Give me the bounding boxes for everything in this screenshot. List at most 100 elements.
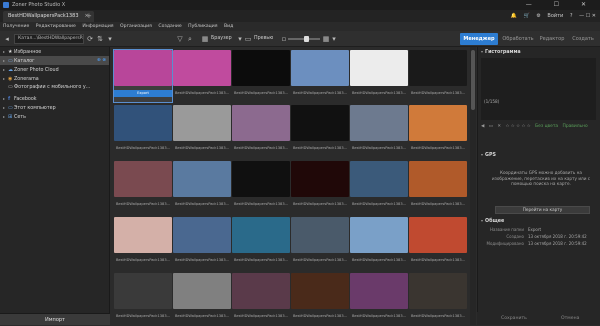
collapse-icon[interactable]: ▾ — [481, 218, 483, 223]
thumbnail-item[interactable]: BestHDWallpapersPack1383... — [114, 217, 172, 269]
cancel-button[interactable]: Отмена — [561, 312, 579, 325]
thumbnail-image[interactable] — [409, 50, 467, 86]
thumbnail-item[interactable]: BestHDWallpapersPack1383... — [409, 273, 467, 325]
thumbnail-image[interactable] — [409, 161, 467, 197]
thumbnail-item[interactable]: BestHDWallpapersPack1383... — [173, 161, 231, 213]
thumbnail-item[interactable]: Export — [113, 49, 173, 103]
thumbnail-item[interactable]: BestHDWallpapersPack1383... — [232, 217, 290, 269]
window-controls[interactable]: — ☐ ✕ — [526, 0, 596, 10]
nav-item-favorites[interactable]: ▸ ★ Избранное — [0, 47, 109, 56]
menu-item-create[interactable]: Создание — [158, 24, 181, 29]
label-icon[interactable]: ▭ — [489, 124, 493, 129]
search-icon[interactable]: ⌕ — [186, 35, 194, 43]
thumbnail-image[interactable] — [114, 273, 172, 309]
chevron-down-icon[interactable]: ▾ — [330, 35, 338, 43]
grid-icon[interactable]: ▦ — [322, 35, 330, 43]
thumbnail-image[interactable] — [232, 273, 290, 309]
slider-handle[interactable] — [304, 36, 309, 42]
mode-create[interactable]: Создать — [568, 33, 598, 45]
nav-item-cloud[interactable]: ▸ ☁Zoner Photo Cloud — [0, 65, 109, 74]
thumbnail-item[interactable]: BestHDWallpapersPack1383... — [409, 217, 467, 269]
thumbnail-item[interactable]: BestHDWallpapersPack1383... — [350, 50, 408, 102]
thumbnail-image[interactable] — [232, 50, 290, 86]
thumbnail-item[interactable]: BestHDWallpapersPack1383... — [350, 105, 408, 157]
thumbnail-image[interactable] — [350, 217, 408, 253]
thumbnail-image[interactable] — [114, 105, 172, 141]
gps-header[interactable]: ▾ GPS — [478, 150, 600, 159]
back-icon[interactable]: ◂ — [3, 35, 11, 43]
add-tab-button[interactable]: + — [86, 11, 92, 21]
refresh-icon[interactable]: ⟳ — [86, 35, 94, 43]
catalog-actions-icon[interactable]: ⊕ ⊗ — [97, 56, 106, 65]
thumbnail-image[interactable] — [350, 273, 408, 309]
nav-item-catalog[interactable]: ▸ ▭Каталог ⊕ ⊗ — [0, 56, 109, 65]
zoom-out-icon[interactable]: ▫ — [280, 35, 288, 43]
thumbnail-item[interactable]: BestHDWallpapersPack1383... — [350, 161, 408, 213]
login-button[interactable]: Войти — [547, 13, 563, 19]
thumbnail-image[interactable] — [291, 105, 349, 141]
thumbnail-item[interactable]: BestHDWallpapersPack1383... — [291, 50, 349, 102]
thumbnail-image[interactable] — [114, 217, 172, 253]
preview-button[interactable]: Превью — [254, 34, 273, 44]
menu-item-organize[interactable]: Организация — [120, 24, 152, 29]
grid-scrollbar-thumb[interactable] — [471, 50, 475, 110]
window-controls-2[interactable]: — ☐ ✕ — [579, 13, 596, 19]
chevron-down-icon[interactable]: ▾ — [236, 35, 244, 43]
general-header[interactable]: ▾ Общее — [478, 216, 600, 225]
prev-icon[interactable]: ◀ — [481, 124, 484, 129]
thumbnail-item[interactable]: BestHDWallpapersPack1383... — [350, 217, 408, 269]
thumbnail-image[interactable] — [114, 161, 172, 197]
thumbnail-image[interactable] — [409, 273, 467, 309]
mode-develop[interactable]: Обработать — [500, 33, 536, 45]
thumbnail-image[interactable] — [173, 273, 231, 309]
thumbnail-item[interactable]: BestHDWallpapersPack1383... — [173, 105, 231, 157]
cart-icon[interactable]: 🛒 — [523, 13, 529, 19]
star-rating[interactable]: ☆ ☆ ☆ ☆ ☆ — [505, 124, 530, 129]
filter-icon[interactable]: ▽ — [176, 35, 184, 43]
thumbnail-item[interactable]: BestHDWallpapersPack1383... — [173, 50, 231, 102]
nav-item-network[interactable]: ▸ ⊞ Сеть — [0, 112, 109, 121]
nav-item-facebook[interactable]: ▸ f Facebook — [0, 94, 109, 103]
mode-editor[interactable]: Редактор — [537, 33, 567, 45]
thumbnail-image[interactable] — [173, 217, 231, 253]
chevron-down-icon[interactable]: ▾ — [106, 35, 114, 43]
thumbnail-image[interactable] — [350, 161, 408, 197]
thumbnail-image[interactable] — [232, 161, 290, 197]
thumbnail-image[interactable] — [291, 50, 349, 86]
thumbnail-item[interactable]: BestHDWallpapersPack1383... — [409, 105, 467, 157]
thumbnail-item[interactable]: BestHDWallpapersPack1383... — [114, 161, 172, 213]
thumbnail-image[interactable] — [291, 161, 349, 197]
thumbnail-image[interactable] — [114, 50, 172, 86]
reject-icon[interactable]: ✕ — [497, 124, 501, 129]
sort-icon[interactable]: ⇅ — [96, 35, 104, 43]
thumbnail-image[interactable] — [350, 105, 408, 141]
thumbnail-image[interactable] — [173, 161, 231, 197]
browser-view-icon[interactable]: ▦ — [201, 35, 209, 43]
thumbnail-image[interactable] — [409, 105, 467, 141]
menu-item-acquire[interactable]: Получение — [3, 24, 29, 29]
go-to-map-button[interactable]: Перейти на карту — [495, 206, 590, 214]
menu-item-publish[interactable]: Публикация — [188, 24, 217, 29]
histogram-header[interactable]: ▾ Гистограмма — [478, 47, 600, 56]
help-icon[interactable]: ? — [570, 13, 573, 19]
thumbnail-item[interactable]: BestHDWallpapersPack1383... — [173, 217, 231, 269]
nav-item-mobile-photos[interactable]: ▭Фотографии с мобильного у... — [0, 83, 109, 92]
thumbnail-item[interactable]: BestHDWallpapersPack1383... — [350, 273, 408, 325]
mode-manager[interactable]: Менеджер — [460, 33, 498, 45]
path-field[interactable]: Катал...\BestHDWallpapersPack1383 — [14, 34, 84, 44]
thumbnail-item[interactable]: BestHDWallpapersPack1383... — [114, 105, 172, 157]
thumbnail-item[interactable]: BestHDWallpapersPack1383... — [232, 50, 290, 102]
thumbnail-item[interactable]: BestHDWallpapersPack1383... — [232, 161, 290, 213]
thumbnail-image[interactable] — [173, 50, 231, 86]
menu-item-info[interactable]: Информация — [82, 24, 113, 29]
collapse-icon[interactable]: ▾ — [481, 49, 483, 54]
thumbnail-image[interactable] — [409, 217, 467, 253]
menu-item-view[interactable]: Вид — [224, 24, 233, 29]
thumbnail-item[interactable]: BestHDWallpapersPack1383... — [291, 217, 349, 269]
thumbnail-item[interactable]: BestHDWallpapersPack1383... — [173, 273, 231, 325]
thumbnail-image[interactable] — [350, 50, 408, 86]
nav-item-this-pc[interactable]: ▸ ▭Этот компьютер — [0, 103, 109, 112]
bell-icon[interactable]: 🔔 — [511, 13, 517, 19]
tab-active[interactable]: BestHDWallpapersPack1383 × — [3, 11, 94, 22]
nav-item-zonerama[interactable]: ▸ ◉ Zonerama — [0, 74, 109, 83]
